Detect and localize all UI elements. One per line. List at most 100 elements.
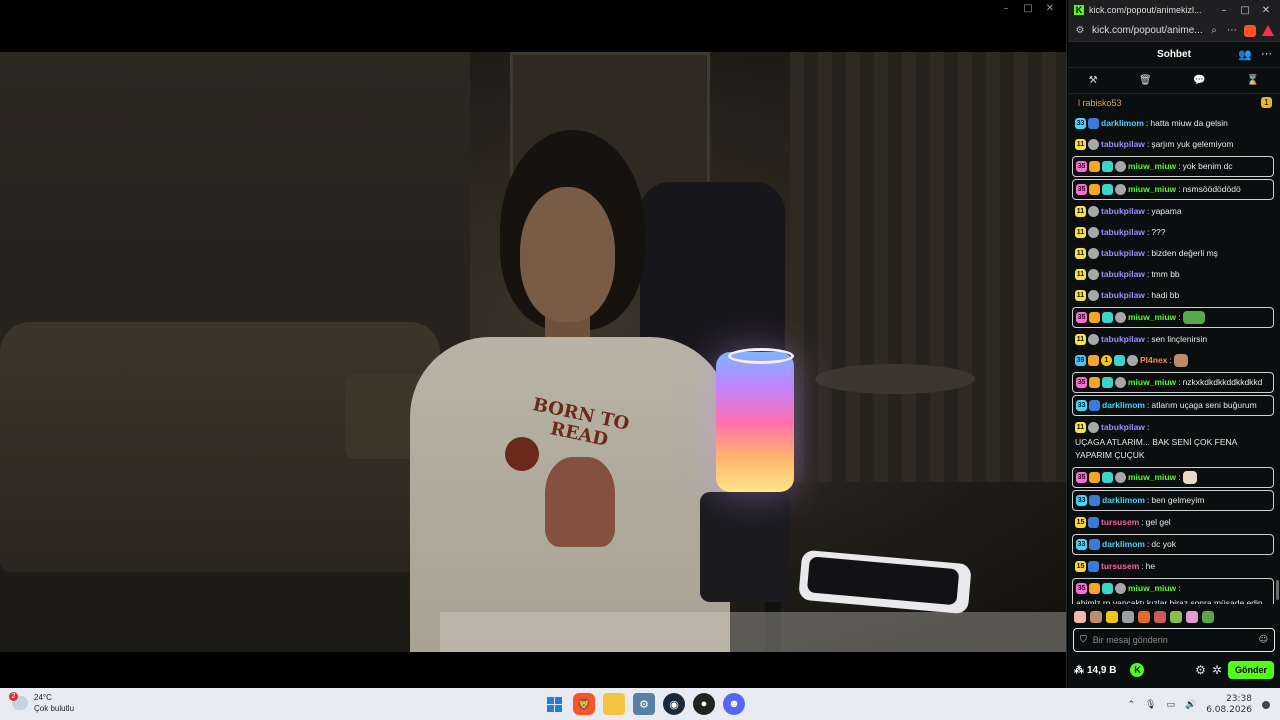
gift-icon[interactable]: 1 [1261,97,1272,108]
chat-more-icon[interactable]: ⋯ [1261,47,1272,60]
chat-message[interactable]: 33 darklimom: dc yok [1072,534,1274,555]
chat-username[interactable]: tabukpilaw [1101,268,1145,281]
chat-message[interactable]: 11 tabukpilaw: tmm bb [1072,265,1274,284]
chat-username[interactable]: miuw_miuw [1128,471,1176,484]
stream-video[interactable]: BORN TO READ [0,52,1066,652]
puzzle-icon[interactable]: ✲ [1212,663,1222,677]
obs-icon[interactable]: ● [693,693,715,715]
notification-bell-icon[interactable] [1262,701,1270,709]
chat-message[interactable]: 35 miuw_miuw: yok benim dc [1072,156,1274,177]
volume-icon[interactable]: 🔊 [1185,700,1196,710]
maximize-button[interactable]: □ [1237,5,1253,16]
chat-message[interactable]: 11 tabukpilaw: UÇAGA ATLARIM... BAK SENİ Ç… [1072,418,1274,465]
minimize-button[interactable]: – [1000,3,1012,14]
settings-app-icon[interactable]: ⚙ [633,693,655,715]
chat-message[interactable]: 33 darklimom: hatta miuw da gelsin [1072,114,1274,133]
chat-message[interactable]: 15 tursusem: he [1072,557,1274,576]
chat-username[interactable]: darklimom [1102,494,1145,507]
chat-username[interactable]: darklimom [1101,117,1144,130]
chat-username[interactable]: tabukpilaw [1101,226,1145,239]
chat-username[interactable]: miuw_miuw [1128,376,1176,389]
badge-avatar-icon [1127,355,1138,366]
chat-username[interactable]: tabukpilaw [1101,289,1145,302]
chat-message[interactable]: 11 tabukpilaw: sen linçlenirsin [1072,330,1274,349]
discord-icon[interactable]: ☻ [723,693,745,715]
chat-message[interactable]: 35 miuw_miuw: nsmsöödödödö [1072,179,1274,200]
windows-start-icon[interactable] [543,693,565,715]
chat-input-box[interactable]: ⛉ ☺ [1073,628,1275,652]
steam-icon[interactable]: ◉ [663,693,685,715]
chat-username[interactable]: tabukpilaw [1101,421,1145,434]
emote-gray-icon[interactable] [1122,611,1134,623]
chat-username[interactable]: tabukpilaw [1101,247,1145,260]
display-icon[interactable]: ▭ [1166,700,1175,710]
site-settings-icon[interactable]: ⚙ [1074,25,1086,36]
emote-pink-icon[interactable] [1186,611,1198,623]
minimize-button[interactable]: – [1216,5,1232,16]
emote-frog-icon[interactable] [1202,611,1214,623]
close-button[interactable]: ✕ [1258,5,1274,16]
chat-message[interactable]: 11 tabukpilaw: yapama [1072,202,1274,221]
badge-sword-icon [1088,118,1099,129]
chat-username[interactable]: miuw_miuw [1128,183,1176,196]
hourglass-icon[interactable]: ⌛ [1247,75,1259,86]
chat-message[interactable]: 35 miuw_miuw: abimlz rp yapcaktı kızlar bi… [1072,578,1274,604]
emote-red-icon[interactable] [1154,611,1166,623]
chat-username[interactable]: tursusem [1101,516,1139,529]
chat-username[interactable]: darklimom [1102,538,1145,551]
chat-message[interactable]: 11 tabukpilaw: bizden değerli mş [1072,244,1274,263]
chat-username[interactable]: miuw_miuw [1128,582,1176,595]
brave-shield-icon[interactable] [1244,24,1256,37]
emote-orange-icon[interactable] [1138,611,1150,623]
emoji-icon[interactable]: ☺ [1259,635,1268,645]
shield-icon[interactable]: ⛉ [1080,635,1087,645]
hammer-icon[interactable]: ⚒ [1089,75,1098,86]
chat-footer: ⁂ 14,9 B K ⚙ ✲ Gönder [1068,658,1280,682]
maximize-button[interactable]: □ [1022,3,1034,14]
chat-message[interactable]: 35 miuw_miuw: nzkxkdkdkkddkkdkkd [1072,372,1274,393]
chat-username[interactable]: tabukpilaw [1101,138,1145,151]
chat-username[interactable]: miuw_miuw [1128,311,1176,324]
chat-message[interactable]: 15 tursusem: gel gel [1072,513,1274,532]
users-icon[interactable]: 👥 [1238,48,1252,61]
scrollbar[interactable] [1276,580,1279,600]
brave-browser-icon[interactable]: 🦁 [573,693,595,715]
chevron-up-icon[interactable]: ⌃ [1127,700,1135,710]
chat-message[interactable]: 33 darklimom: ben gelmeyim [1072,490,1274,511]
chat-message[interactable]: 35 miuw_miuw: [1072,307,1274,328]
chat-username[interactable]: tabukpilaw [1101,333,1145,346]
clock[interactable]: 23:38 6.08.2026 [1206,694,1252,716]
emote-pig-icon[interactable] [1074,611,1086,623]
file-explorer-icon[interactable] [603,693,625,715]
send-button[interactable]: Gönder [1227,661,1274,679]
url-text[interactable]: kick.com/popout/anime... [1092,25,1202,36]
chat-message[interactable]: 39 1 Pl4nex: [1072,351,1274,370]
emote-yellow-icon[interactable] [1106,611,1118,623]
chat-message[interactable]: 35 miuw_miuw: [1072,467,1274,488]
chat-input[interactable] [1092,635,1253,645]
chat-bubble-icon[interactable]: 💬 [1193,75,1205,86]
close-button[interactable]: ✕ [1044,3,1056,14]
chat-message[interactable]: 11 tabukpilaw:??? [1072,223,1274,242]
pinned-user-bar[interactable]: l rabisko53 1 [1068,94,1280,112]
settings-icon[interactable]: ⚙ [1195,663,1206,677]
zoom-icon[interactable]: ⌕ [1208,25,1220,36]
chat-message[interactable]: 33 darklimom: atlarım uçaga seni buğurum [1072,395,1274,416]
chat-message[interactable]: 11 tabukpilaw: şarjım yuk gelemiyom [1072,135,1274,154]
kick-k-icon[interactable]: K [1130,663,1145,677]
chat-username[interactable]: tursusem [1101,560,1139,573]
trash-icon[interactable]: 🗑 [1139,75,1152,86]
weather-widget[interactable]: 2 24°C Çok bulutlu [9,692,74,714]
chat-username[interactable]: darklimom [1102,399,1145,412]
emote-green-icon[interactable] [1170,611,1182,623]
channel-points[interactable]: ⁂ 14,9 B [1074,665,1116,676]
emote-face-icon[interactable] [1090,611,1102,623]
chat-username[interactable]: miuw_miuw [1128,160,1176,173]
chat-username[interactable]: tabukpilaw [1101,205,1145,218]
brave-rewards-icon[interactable] [1262,25,1274,36]
more-icon[interactable]: ⋯ [1226,25,1238,36]
badge-b11-icon: 11 [1075,248,1086,259]
microphone-icon[interactable]: 🎙 [1145,700,1156,710]
chat-message[interactable]: 11 tabukpilaw: hadi bb [1072,286,1274,305]
chat-username[interactable]: Pl4nex [1140,354,1167,367]
